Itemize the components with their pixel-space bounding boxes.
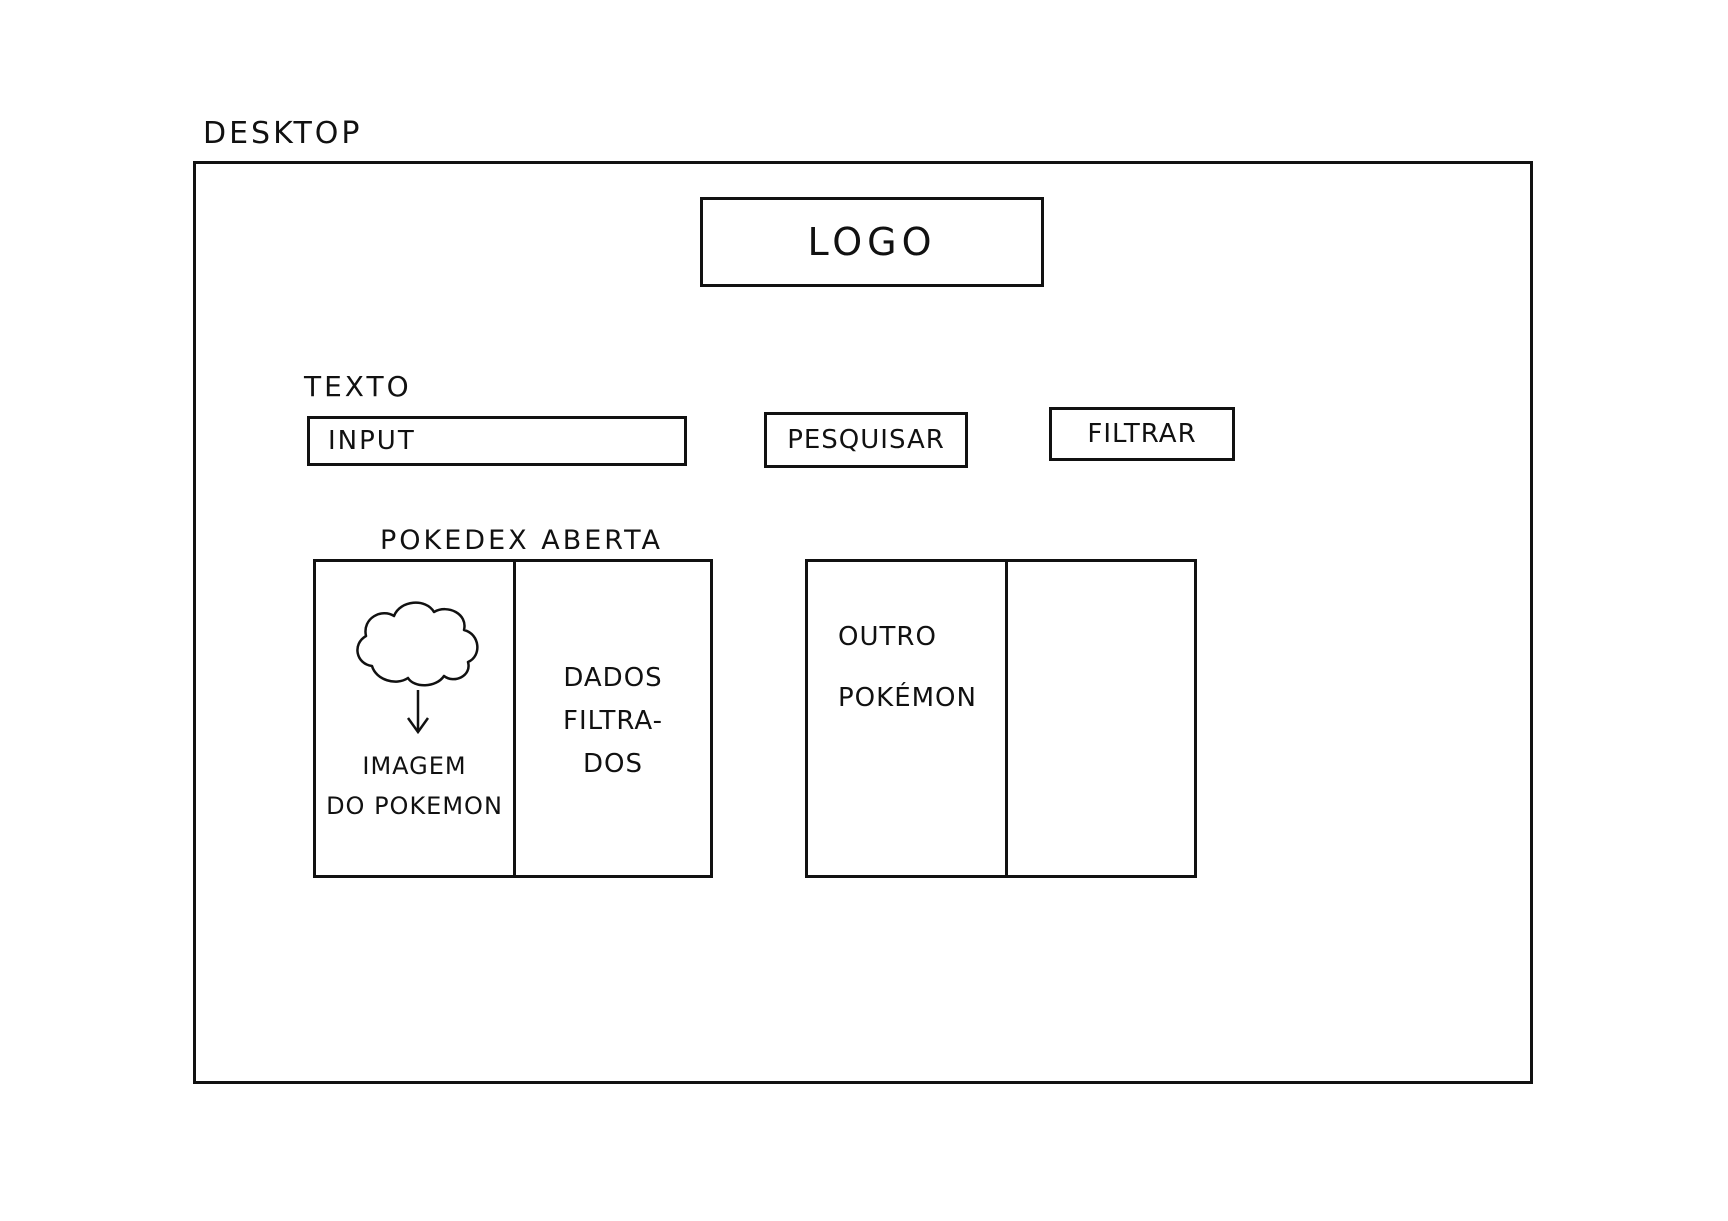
search-input[interactable] bbox=[326, 425, 684, 457]
search-input-box[interactable] bbox=[307, 416, 687, 466]
other-pokemon-card[interactable]: OUTRO POKÉMON bbox=[805, 559, 1197, 878]
filter-button[interactable]: FILTRAR bbox=[1049, 407, 1235, 461]
section-label: DESKTOP bbox=[203, 116, 363, 151]
filtered-data-label: DADOS FILTRA- DOS bbox=[562, 663, 664, 779]
logo: LOGO bbox=[700, 197, 1044, 287]
other-pokemon-column: OUTRO POKÉMON bbox=[808, 562, 1008, 875]
open-pokedex-card[interactable]: IMAGEM DO POKEMON DADOS FILTRA- DOS bbox=[313, 559, 713, 878]
search-label: TEXTO bbox=[304, 370, 412, 403]
search-button[interactable]: PESQUISAR bbox=[764, 412, 968, 468]
logo-text: LOGO bbox=[807, 220, 937, 264]
other-pokemon-label: OUTRO POKÉMON bbox=[838, 622, 977, 714]
cloud-icon bbox=[356, 601, 479, 735]
filtered-data-column: DADOS FILTRA- DOS bbox=[516, 562, 710, 875]
pokemon-image-label: IMAGEM DO POKEMON bbox=[326, 752, 503, 820]
pokemon-image-column: IMAGEM DO POKEMON bbox=[316, 562, 516, 875]
other-pokemon-details-column bbox=[1008, 562, 1194, 875]
open-pokedex-title: POKEDEX ABERTA bbox=[380, 525, 663, 556]
